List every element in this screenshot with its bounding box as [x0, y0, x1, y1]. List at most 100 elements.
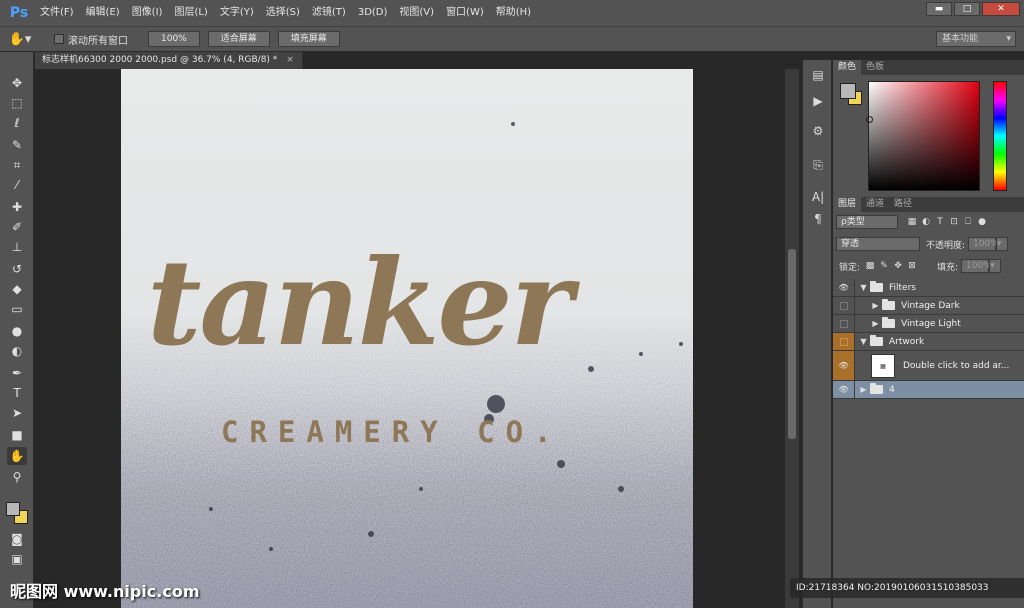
dodge-tool-icon[interactable]: ◐	[7, 342, 27, 360]
layer-smart-object[interactable]: 👁 ▦ Double click to add ar...	[833, 351, 1024, 381]
history-panel-icon[interactable]: ▤	[808, 66, 828, 84]
maximize-button[interactable]: □	[954, 2, 980, 16]
hand-tool-preset-icon[interactable]: ✋▾	[0, 32, 40, 47]
menu-layer[interactable]: 图层(L)	[168, 0, 213, 26]
foreground-color-swatch[interactable]	[6, 502, 20, 516]
filter-shape-icon[interactable]: ⊡	[948, 216, 960, 228]
filter-smart-icon[interactable]: ⎕	[962, 216, 974, 228]
move-tool-icon[interactable]: ✥	[7, 74, 27, 92]
zoom-100-button[interactable]: 100%	[148, 31, 200, 47]
menu-file[interactable]: 文件(F)	[34, 0, 80, 26]
type-tool-icon[interactable]: T	[7, 384, 27, 402]
eye-icon: 👁	[838, 384, 849, 394]
adjustments-panel-icon[interactable]: ⎘	[808, 156, 828, 174]
filter-adjust-icon[interactable]: ◐	[920, 216, 932, 228]
collapse-arrow-icon[interactable]: ▶	[871, 301, 880, 310]
scroll-all-windows-option[interactable]: 滚动所有窗口	[54, 32, 128, 47]
visibility-toggle[interactable]	[833, 315, 855, 332]
fill-screen-button[interactable]: 填充屏幕	[277, 31, 340, 47]
visibility-toggle[interactable]: 👁	[833, 279, 855, 296]
visibility-toggle[interactable]: 👁	[833, 381, 855, 398]
watermark-logo: 昵图网 www.nipic.com	[10, 582, 200, 601]
opacity-input[interactable]: 100%	[968, 237, 999, 251]
menu-image[interactable]: 图像(I)	[126, 0, 169, 26]
menu-3d[interactable]: 3D(D)	[352, 0, 394, 26]
tab-color[interactable]: 颜色	[833, 60, 862, 75]
lock-label: 锁定:	[839, 262, 861, 273]
layer-kind-filter[interactable]: ρ类型	[836, 215, 898, 229]
filter-toggle-icon[interactable]: ●	[976, 216, 988, 228]
visibility-toggle[interactable]: 👁	[833, 351, 855, 380]
logo-wordmark: tanker	[147, 233, 573, 372]
marquee-tool-icon[interactable]: ⬚	[7, 94, 27, 112]
panel-icon-dock: ▤ ▶ ⚙ ⎘ A| ¶	[802, 60, 832, 608]
layer-vintage-dark[interactable]: ▶ Vintage Dark	[833, 297, 1024, 315]
visibility-toggle[interactable]	[833, 333, 855, 350]
color-field[interactable]	[866, 81, 980, 191]
character-panel-icon[interactable]: A|	[808, 188, 828, 206]
minimize-button[interactable]: ▬	[926, 2, 952, 16]
eraser-tool-icon[interactable]: ◆	[7, 280, 27, 298]
hand-tool-icon[interactable]: ✋	[7, 447, 27, 465]
pen-tool-icon[interactable]: ✒	[7, 364, 27, 382]
color-picker-ring[interactable]	[866, 116, 873, 123]
collapse-arrow-icon[interactable]: ▶	[859, 385, 868, 394]
lock-pixels-icon[interactable]: ✎	[878, 260, 890, 272]
menu-type[interactable]: 文字(Y)	[214, 0, 260, 26]
actions-panel-icon[interactable]: ▶	[808, 92, 828, 110]
opacity-dropdown[interactable]: ▾	[996, 237, 1009, 251]
lock-transparent-icon[interactable]: ▩	[864, 260, 876, 272]
menu-view[interactable]: 视图(V)	[393, 0, 440, 26]
healing-tool-icon[interactable]: ✚	[7, 198, 27, 216]
layer-4[interactable]: 👁 ▶ 4	[833, 381, 1024, 399]
quick-mask-icon[interactable]: ◙	[7, 530, 27, 548]
eyedropper-tool-icon[interactable]: ⁄	[7, 176, 27, 194]
layer-filters[interactable]: 👁 ▼ Filters	[833, 279, 1024, 297]
lasso-tool-icon[interactable]: ℓ	[7, 114, 27, 132]
gradient-tool-icon[interactable]: ▭	[7, 300, 27, 318]
brush-tool-icon[interactable]: ✐	[7, 218, 27, 236]
menu-select[interactable]: 选择(S)	[260, 0, 306, 26]
menu-window[interactable]: 窗口(W)	[440, 0, 490, 26]
panel-foreground-swatch[interactable]	[840, 83, 856, 99]
scrollbar-thumb[interactable]	[788, 249, 796, 439]
menu-help[interactable]: 帮助(H)	[490, 0, 537, 26]
fill-input[interactable]: 100%	[961, 259, 992, 273]
menu-edit[interactable]: 编辑(E)	[80, 0, 126, 26]
document-close-icon[interactable]: ×	[286, 55, 294, 65]
filter-type-icon[interactable]: T	[934, 216, 946, 228]
rectangle-tool-icon[interactable]: ■	[7, 426, 27, 444]
filter-pixel-icon[interactable]: ▦	[906, 216, 918, 228]
canvas[interactable]: tanker CREAMERY CO.	[121, 69, 693, 608]
lock-all-icon[interactable]: ⊠	[906, 260, 918, 272]
fit-screen-button[interactable]: 适合屏幕	[207, 31, 270, 47]
document-tab[interactable]: 标志样机66300 2000 2000.psd @ 36.7% (4, RGB/…	[35, 52, 303, 69]
close-button[interactable]: ✕	[982, 2, 1020, 16]
scroll-all-checkbox[interactable]	[54, 34, 64, 44]
hidden-box-icon	[839, 319, 848, 328]
lock-position-icon[interactable]: ✥	[892, 260, 904, 272]
fill-dropdown[interactable]: ▾	[989, 259, 1002, 273]
stamp-tool-icon[interactable]: ⊥	[7, 238, 27, 256]
hue-slider[interactable]	[993, 81, 1007, 191]
zoom-tool-icon[interactable]: ⚲	[7, 468, 27, 486]
collapse-arrow-icon[interactable]: ▶	[871, 319, 880, 328]
properties-panel-icon[interactable]: ⚙	[808, 122, 828, 140]
layer-artwork[interactable]: ▼ Artwork	[833, 333, 1024, 351]
blur-tool-icon[interactable]: ●	[7, 322, 27, 340]
paragraph-panel-icon[interactable]: ¶	[808, 210, 828, 228]
blend-mode-select[interactable]: 穿透	[836, 237, 920, 251]
quick-select-tool-icon[interactable]: ✎	[7, 136, 27, 154]
expand-arrow-icon[interactable]: ▼	[859, 337, 868, 346]
path-select-tool-icon[interactable]: ➤	[7, 404, 27, 422]
visibility-toggle[interactable]	[833, 297, 855, 314]
menu-filter[interactable]: 滤镜(T)	[306, 0, 352, 26]
workspace-select[interactable]: 基本功能	[936, 31, 1016, 47]
screen-mode-icon[interactable]: ▣	[7, 550, 27, 568]
history-brush-tool-icon[interactable]: ↺	[7, 260, 27, 278]
tab-swatches[interactable]: 色板	[861, 60, 889, 75]
crop-tool-icon[interactable]: ⌗	[7, 156, 27, 174]
layer-vintage-light[interactable]: ▶ Vintage Light	[833, 315, 1024, 333]
expand-arrow-icon[interactable]: ▼	[859, 283, 868, 292]
vertical-scrollbar[interactable]	[785, 69, 799, 608]
